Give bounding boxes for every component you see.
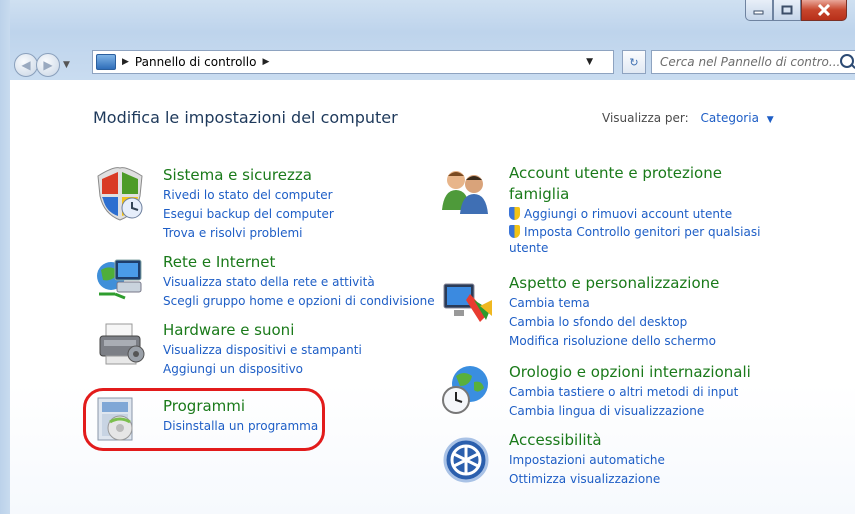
users-icon[interactable] xyxy=(440,166,492,216)
printer-icon[interactable] xyxy=(96,320,148,368)
network-icon[interactable] xyxy=(95,254,147,302)
forward-button[interactable]: ▶ xyxy=(36,53,60,77)
link-homegroup-sharing[interactable]: Scegli gruppo home e opzioni di condivis… xyxy=(163,292,435,311)
maximize-icon xyxy=(781,5,793,15)
link-add-remove-accounts[interactable]: Aggiungi o rimuovi account utente xyxy=(509,205,760,224)
page-title: Modifica le impostazioni del computer xyxy=(93,108,398,127)
link-change-display-language[interactable]: Cambia lingua di visualizzazione xyxy=(509,402,751,421)
link-change-background[interactable]: Cambia lo sfondo del desktop xyxy=(509,313,719,332)
back-button[interactable]: ◀ xyxy=(14,53,38,77)
category-title-network-internet[interactable]: Rete e Internet xyxy=(163,252,435,273)
link-change-keyboards[interactable]: Cambia tastiere o altri metodi di input xyxy=(509,383,751,402)
link-parental-controls-label: Imposta Controllo genitori per qualsiasi xyxy=(524,225,761,239)
view-by: Visualizza per: Categoria ▼ xyxy=(602,111,774,125)
minimize-button[interactable] xyxy=(745,0,773,21)
link-auto-settings[interactable]: Impostazioni automatiche xyxy=(509,451,665,470)
category-title-appearance[interactable]: Aspetto e personalizzazione xyxy=(509,273,719,294)
link-devices-printers[interactable]: Visualizza dispositivi e stampanti xyxy=(163,341,362,360)
category-title-hardware-sound[interactable]: Hardware e suoni xyxy=(163,320,362,341)
window-controls xyxy=(745,0,847,22)
navigation-buttons: ◀ ▶ ▼ xyxy=(14,53,70,77)
search-icon[interactable] xyxy=(840,54,854,68)
link-add-device[interactable]: Aggiungi un dispositivo xyxy=(163,360,362,379)
recent-pages-dropdown[interactable]: ▼ xyxy=(63,60,70,70)
address-dropdown-icon[interactable]: ▼ xyxy=(586,57,593,67)
address-bar[interactable]: ▶ Pannello di controllo ▶ ▼ xyxy=(92,50,614,74)
breadcrumb-control-panel[interactable]: Pannello di controllo xyxy=(135,55,257,69)
highlight-annotation xyxy=(83,388,325,451)
chevron-down-icon[interactable]: ▼ xyxy=(767,115,774,125)
globe-clock-icon[interactable] xyxy=(440,362,496,418)
category-title-clock-region[interactable]: Orologio e opzioni internazionali xyxy=(509,362,751,383)
category-system-security: Sistema e sicurezza Rivedi lo stato del … xyxy=(163,165,334,243)
minimize-icon xyxy=(753,10,764,15)
link-screen-resolution[interactable]: Modifica risoluzione dello schermo xyxy=(509,332,719,351)
link-review-computer-status[interactable]: Rivedi lo stato del computer xyxy=(163,186,334,205)
close-icon xyxy=(817,4,831,16)
close-button[interactable] xyxy=(801,0,847,21)
uac-shield-icon xyxy=(509,225,520,238)
category-title-user-accounts-line2[interactable]: famiglia xyxy=(509,184,760,205)
link-troubleshoot[interactable]: Trova e risolvi problemi xyxy=(163,224,334,243)
refresh-icon: ↻ xyxy=(629,55,639,69)
category-title-user-accounts[interactable]: Account utente e protezione xyxy=(509,163,760,184)
accessibility-icon[interactable] xyxy=(442,436,490,484)
control-panel-window: ◀ ▶ ▼ ▶ Pannello di controllo ▶ ▼ ↻ Cerc… xyxy=(0,0,855,514)
category-title-system-security[interactable]: Sistema e sicurezza xyxy=(163,165,334,186)
search-input[interactable]: Cerca nel Pannello di contro... xyxy=(651,50,855,74)
view-by-label: Visualizza per: xyxy=(602,111,689,125)
link-parental-controls[interactable]: Imposta Controllo genitori per qualsiasi xyxy=(509,224,760,241)
display-icon[interactable] xyxy=(440,280,496,328)
chevron-right-icon[interactable]: ▶ xyxy=(262,57,269,67)
forward-arrow-icon: ▶ xyxy=(43,58,53,72)
refresh-button[interactable]: ↻ xyxy=(622,50,646,74)
category-accessibility: Accessibilità Impostazioni automatiche O… xyxy=(509,430,665,489)
category-appearance: Aspetto e personalizzazione Cambia tema … xyxy=(509,273,719,351)
back-arrow-icon: ◀ xyxy=(21,58,31,72)
category-clock-region: Orologio e opzioni internazionali Cambia… xyxy=(509,362,751,421)
category-network-internet: Rete e Internet Visualizza stato della r… xyxy=(163,252,435,311)
link-network-status[interactable]: Visualizza stato della rete e attività xyxy=(163,273,435,292)
control-panel-icon xyxy=(96,54,116,70)
category-user-accounts: Account utente e protezione famiglia Agg… xyxy=(509,163,760,256)
window-left-border xyxy=(0,0,10,514)
shield-icon[interactable] xyxy=(94,166,146,222)
link-parental-controls-line2[interactable]: utente xyxy=(509,241,760,256)
uac-shield-icon xyxy=(509,207,520,220)
link-change-theme[interactable]: Cambia tema xyxy=(509,294,719,313)
link-backup-computer[interactable]: Esegui backup del computer xyxy=(163,205,334,224)
chevron-right-icon[interactable]: ▶ xyxy=(122,57,129,67)
category-title-accessibility[interactable]: Accessibilità xyxy=(509,430,665,451)
search-placeholder: Cerca nel Pannello di contro... xyxy=(660,55,841,69)
link-optimize-display[interactable]: Ottimizza visualizzazione xyxy=(509,470,665,489)
maximize-button[interactable] xyxy=(773,0,801,21)
category-hardware-sound: Hardware e suoni Visualizza dispositivi … xyxy=(163,320,362,379)
view-by-select[interactable]: Categoria xyxy=(701,111,759,125)
link-add-remove-accounts-label: Aggiungi o rimuovi account utente xyxy=(524,207,733,221)
